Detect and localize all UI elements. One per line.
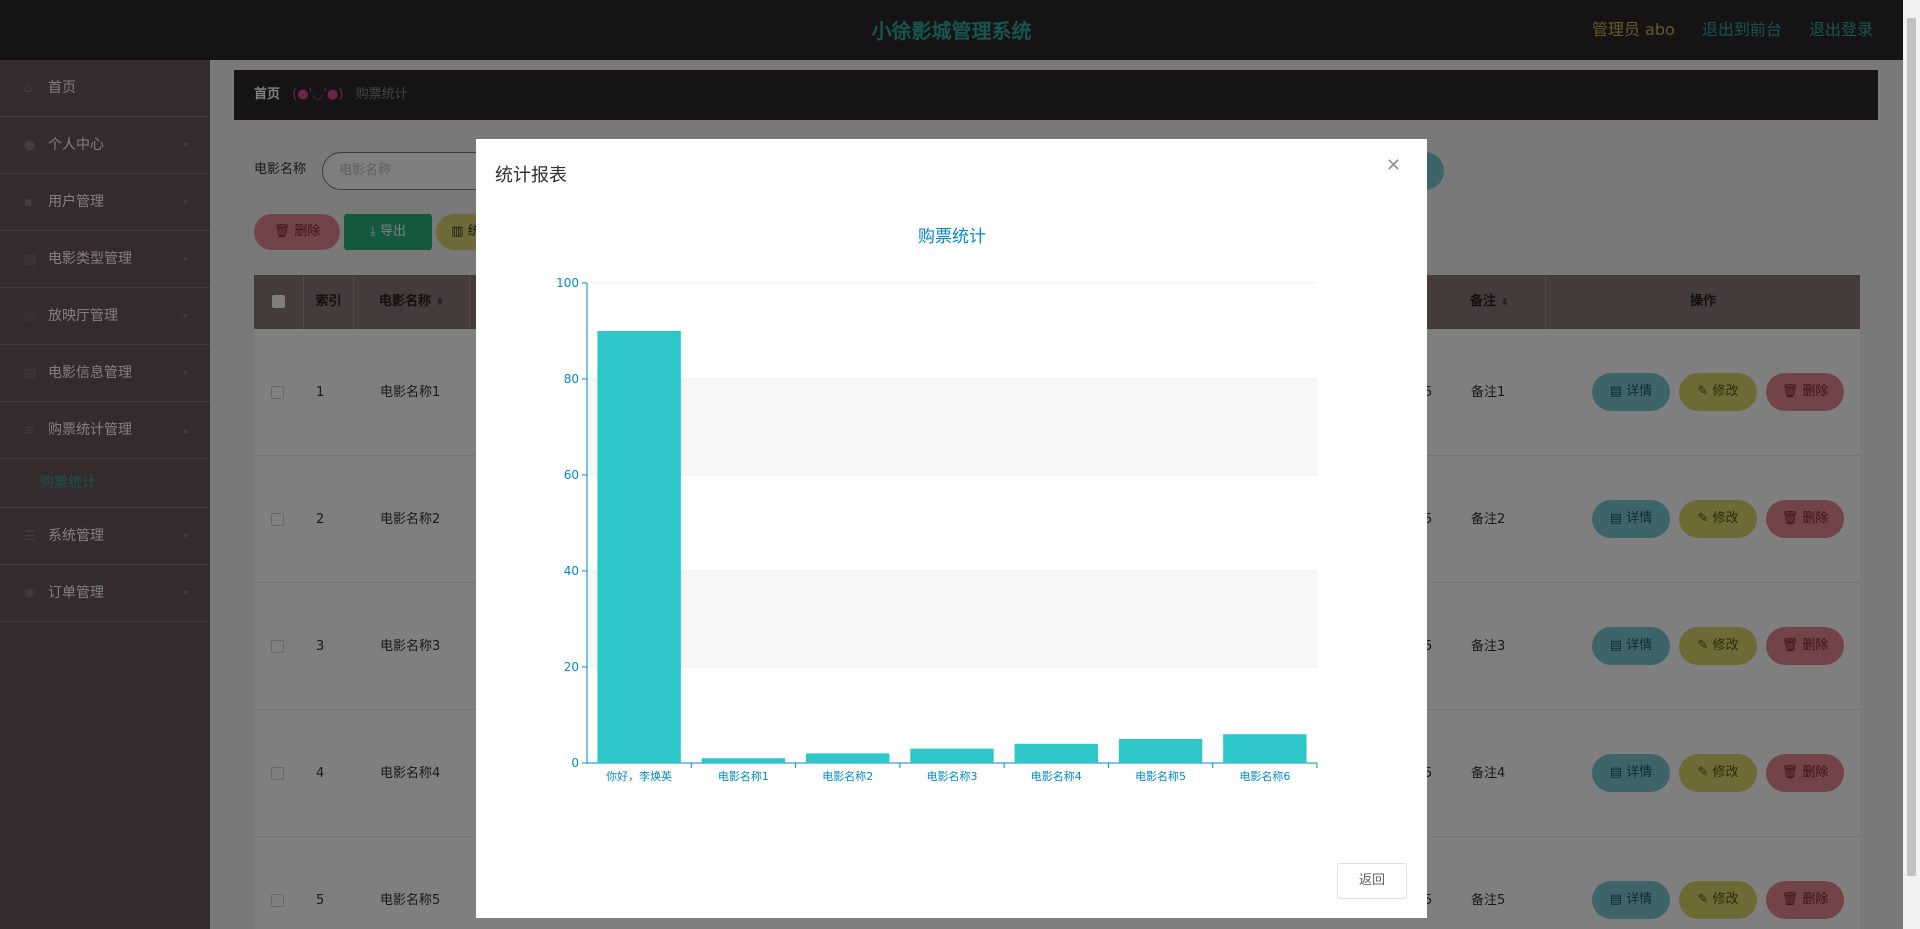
bar: [597, 331, 681, 763]
y-tick-label: 40: [564, 564, 579, 578]
bar: [1223, 734, 1307, 763]
bar-chart: 购票统计 0 20 40 60 80 100 你好，李焕英 电影名称1 电影名称2 电影名称3 电影名…: [556, 227, 1318, 783]
x-tick-label: 电影名称3: [927, 769, 978, 783]
x-tick-label: 电影名称2: [822, 769, 873, 783]
scrollbar-thumb[interactable]: [1907, 18, 1916, 876]
stats-modal: 统计报表 ✕ 购票统计 0 20 40 60 80 100 你好，李焕英 电影名称1 电影名称2 电…: [476, 139, 1427, 918]
x-tick-label: 电影名称6: [1239, 769, 1290, 783]
x-tick-label: 你好，李焕英: [606, 769, 672, 783]
bar: [910, 748, 994, 763]
bar: [1014, 743, 1098, 763]
bar: [806, 753, 890, 763]
grid-band: [587, 379, 1317, 475]
x-tick-label: 电影名称4: [1031, 769, 1082, 783]
x-tick-label: 电影名称1: [718, 769, 769, 783]
page-scrollbar[interactable]: [1903, 0, 1920, 929]
grid-band: [587, 571, 1317, 667]
back-button[interactable]: 返回: [1337, 863, 1407, 899]
y-tick-label: 100: [556, 276, 579, 290]
chart-title: 购票统计: [918, 227, 986, 247]
bar: [1118, 739, 1203, 763]
x-tick-label: 电影名称5: [1135, 769, 1186, 783]
y-tick-label: 0: [571, 756, 579, 770]
y-tick-label: 60: [564, 468, 579, 482]
bar: [701, 758, 786, 763]
y-tick-label: 20: [564, 660, 579, 674]
y-tick-label: 80: [564, 372, 579, 386]
